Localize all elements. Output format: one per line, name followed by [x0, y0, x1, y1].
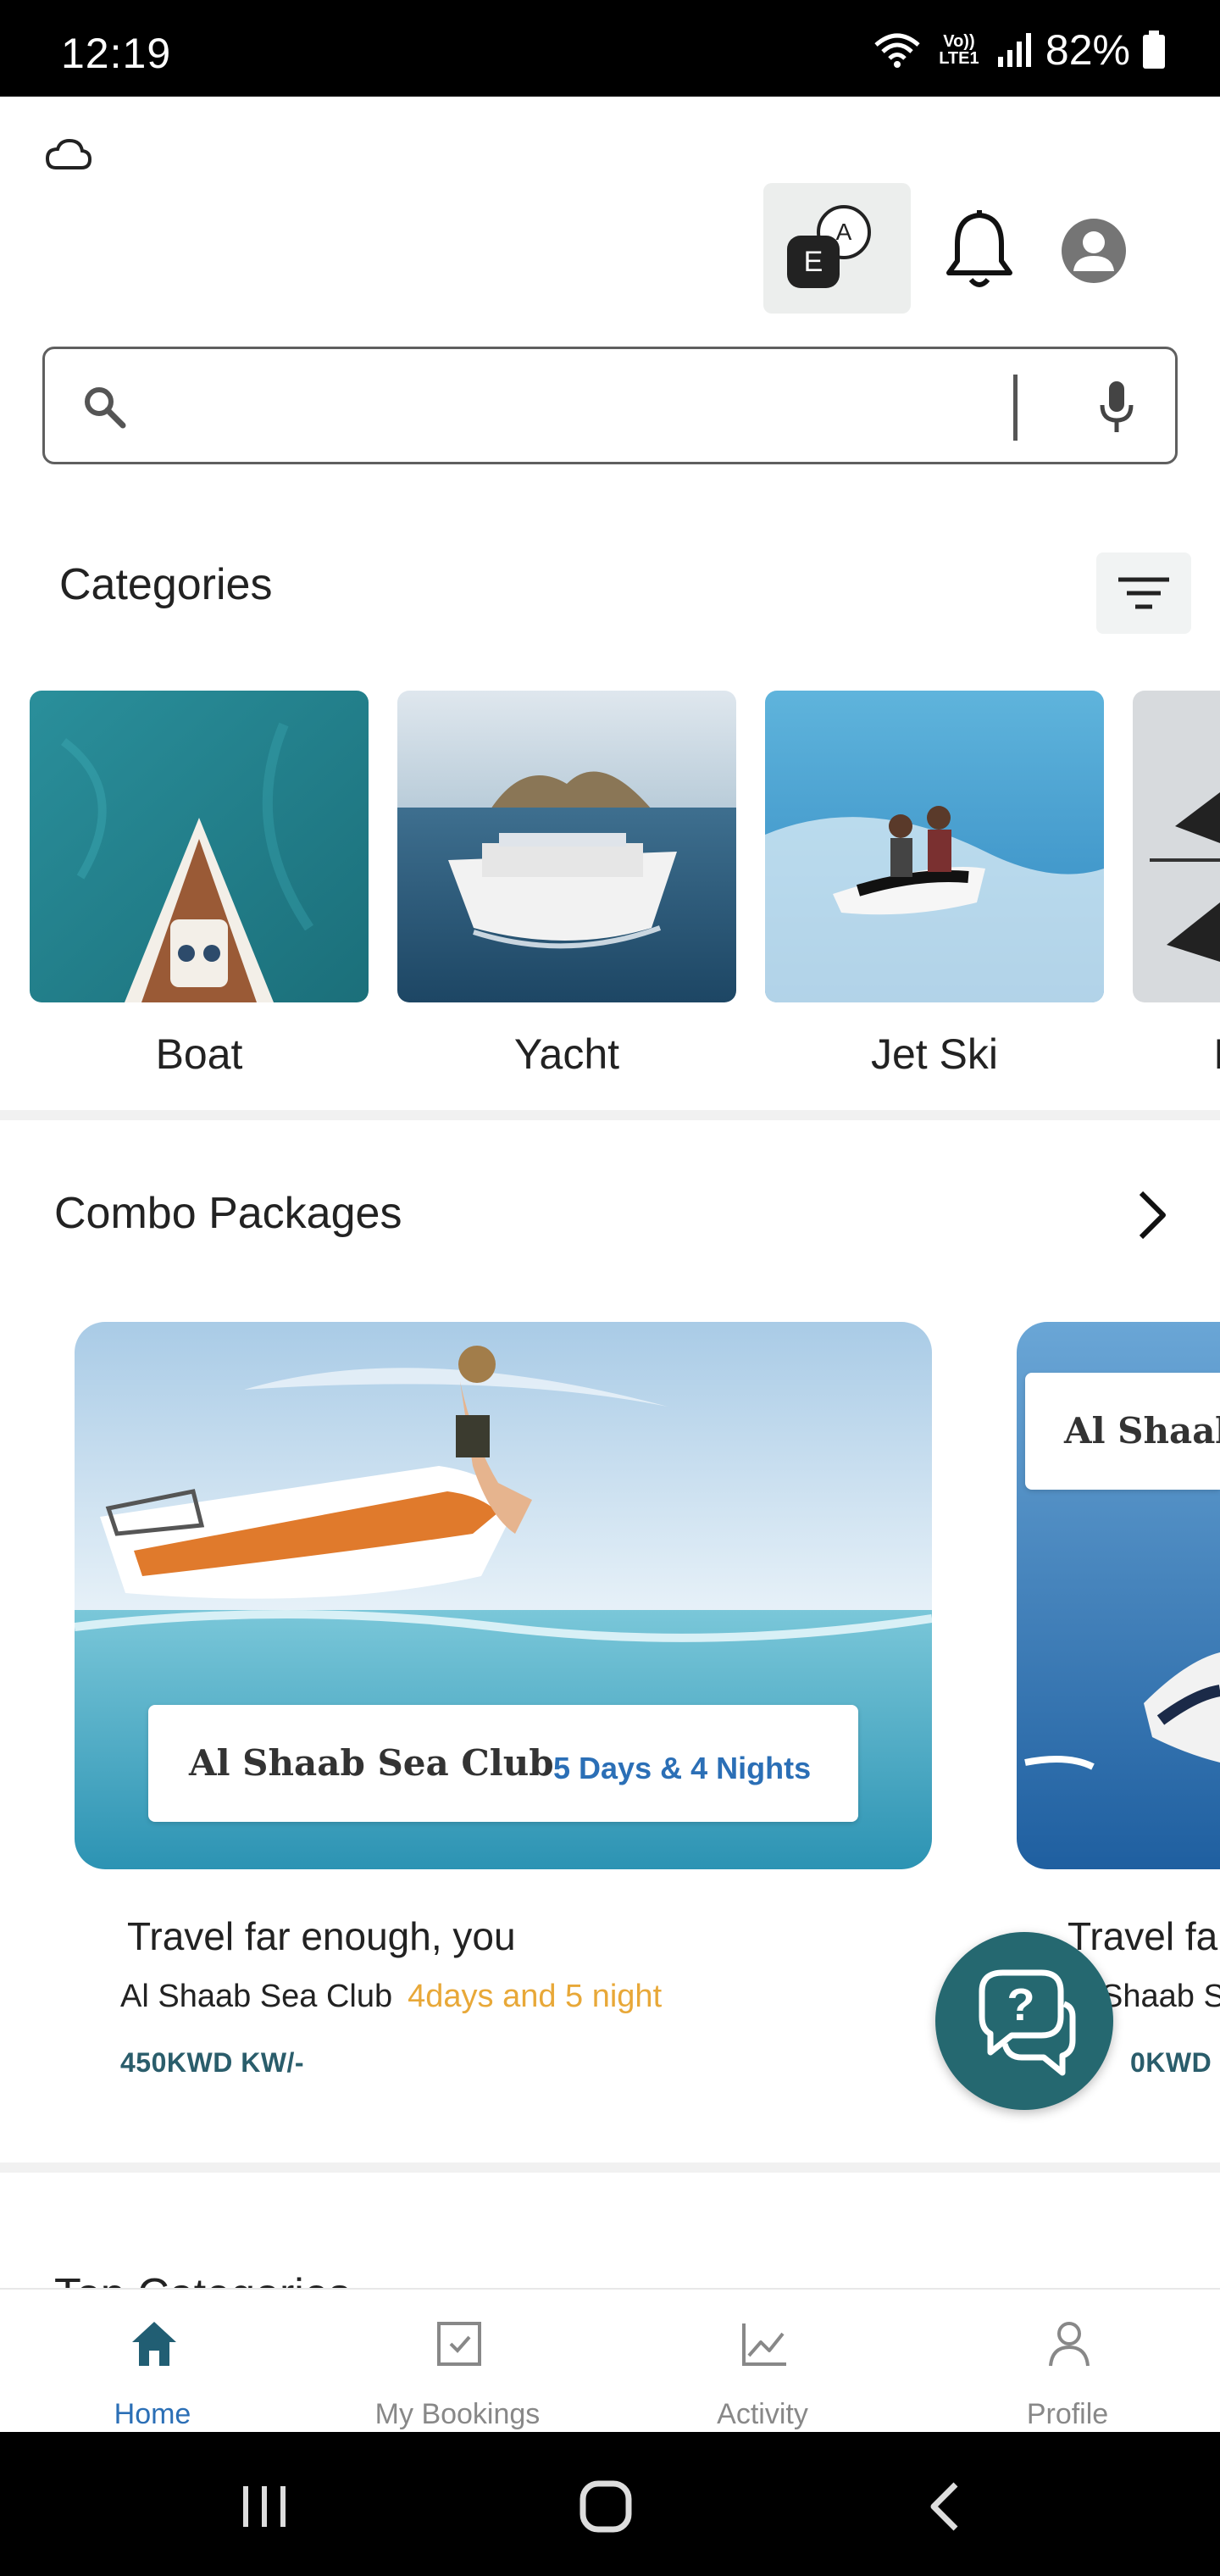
combo-packages-title: Combo Packages — [54, 1189, 402, 1238]
nav-label-home: Home — [114, 2398, 191, 2430]
profile-icon — [1049, 2322, 1090, 2367]
nav-item-activity[interactable]: Activity — [610, 2290, 915, 2434]
system-navigation-bar — [0, 2432, 1220, 2576]
translate-letter-e: E — [804, 246, 824, 278]
category-label-jet-ski: Jet Ski — [870, 1030, 999, 1078]
package-title: Travel far enough, you — [127, 1914, 516, 1958]
package-subtitle: Al Shaab Sea Club 4days and 5 night — [120, 1979, 662, 2015]
category-card-jet-ski[interactable] — [765, 691, 1104, 1002]
search-bar[interactable] — [42, 347, 1178, 464]
nav-label-activity: Activity — [717, 2398, 808, 2430]
nav-item-my-bookings[interactable]: My Bookings — [305, 2290, 610, 2434]
signal-icon — [997, 33, 1031, 67]
category-card-boat[interactable] — [30, 691, 369, 1002]
package-duration: 4days and 5 night — [408, 1979, 663, 2014]
category-label-yacht: Yacht — [513, 1030, 620, 1078]
battery-icon — [1143, 31, 1165, 69]
package-price-2: 0KWD KW — [1130, 2047, 1220, 2078]
search-divider — [1013, 375, 1018, 441]
jet-ski-image — [765, 691, 1104, 1002]
package-price: 450KWD KW/- — [120, 2047, 305, 2078]
user-avatar[interactable] — [1062, 219, 1126, 283]
category-label-partial: I — [1213, 1030, 1220, 1078]
wifi-icon — [874, 33, 920, 68]
package-image-duration: 5 Days & 4 Nights — [553, 1751, 812, 1785]
translate-letter-a: A — [836, 219, 852, 245]
chat-help-icon: ? — [979, 1969, 1076, 2076]
notification-bell-icon[interactable] — [940, 207, 1018, 291]
home-icon — [132, 2322, 176, 2366]
package-image-label-2: Al Shaab — [1025, 1373, 1220, 1490]
category-card-yacht[interactable] — [397, 691, 736, 1002]
package-image-title: Al Shaab Sea Club — [189, 1742, 554, 1784]
package-club-name: Al Shaab Sea Club — [120, 1979, 393, 2014]
recent-apps-icon[interactable] — [240, 2481, 291, 2532]
package-club-name-2: Shaab S — [1101, 1979, 1220, 2014]
translate-icon: A E — [787, 205, 871, 288]
nav-label-my-bookings: My Bookings — [374, 2398, 541, 2430]
bookings-icon — [437, 2322, 481, 2366]
category-label-boat: Boat — [155, 1030, 243, 1078]
nav-item-home[interactable]: Home — [0, 2290, 305, 2434]
status-bar: 12:19 Vo)) LTE1 82% — [0, 0, 1220, 97]
status-time: 12:19 — [61, 30, 172, 77]
category-partial-image — [1133, 691, 1220, 1002]
filter-button[interactable] — [1096, 552, 1191, 634]
yacht-image — [397, 691, 736, 1002]
back-icon[interactable] — [923, 2479, 966, 2534]
filter-icon — [1118, 577, 1169, 609]
section-separator-2 — [0, 2162, 1220, 2173]
network-type-label: Vo)) LTE1 — [939, 32, 979, 68]
activity-icon — [742, 2323, 786, 2366]
cloud-icon — [45, 138, 92, 169]
bottom-navigation: Home My Bookings Activity Profile — [0, 2288, 1220, 2432]
search-icon — [85, 387, 126, 429]
status-icons: Vo)) LTE1 82% — [873, 25, 1166, 75]
section-separator — [0, 1110, 1220, 1120]
battery-percent: 82% — [1045, 26, 1130, 74]
nav-item-profile[interactable]: Profile — [915, 2290, 1220, 2434]
avatar-person-icon — [1073, 231, 1114, 271]
boat-image — [30, 691, 369, 1002]
svg-text:?: ? — [1007, 1979, 1035, 2030]
nav-label-profile: Profile — [1026, 2398, 1109, 2430]
home-system-icon[interactable] — [579, 2479, 633, 2534]
microphone-icon[interactable] — [1095, 380, 1138, 436]
categories-title: Categories — [59, 560, 273, 609]
package-image-label: Al Shaab Sea Club 5 Days & 4 Nights — [148, 1705, 858, 1822]
package-image-title-2: Al Shaab — [1064, 1410, 1220, 1452]
category-card-partial[interactable] — [1133, 691, 1220, 1002]
search-input[interactable] — [147, 366, 1045, 447]
translate-button[interactable]: A E — [763, 183, 911, 314]
chevron-right-icon[interactable] — [1131, 1188, 1173, 1242]
chat-support-button[interactable]: ? — [935, 1932, 1113, 2110]
